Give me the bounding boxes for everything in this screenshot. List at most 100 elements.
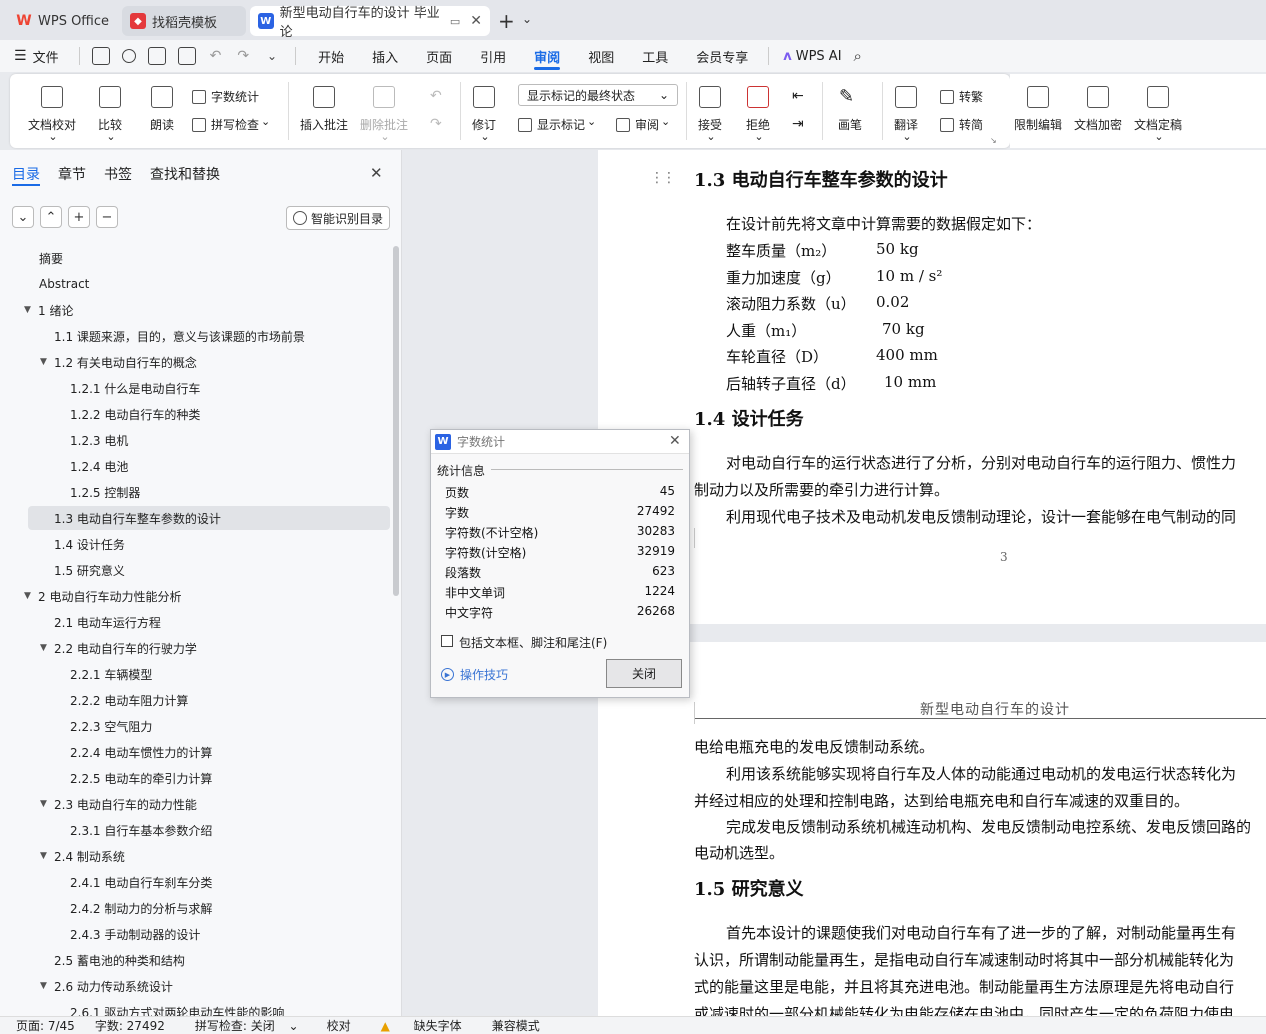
toc-item[interactable]: 1.2.5 控制器: [0, 480, 392, 504]
quick-access-dropdown-icon[interactable]: ⌄: [267, 49, 277, 63]
show-markup-button[interactable]: 显示标记: [518, 116, 596, 133]
menu-view[interactable]: 视图: [574, 40, 628, 72]
expand-triangle-icon[interactable]: ▼: [40, 799, 47, 809]
toc-item[interactable]: Abstract: [0, 272, 392, 296]
to-traditional-button[interactable]: 转繁: [940, 88, 983, 105]
toc-item[interactable]: 2.1 电动车运行方程: [0, 610, 392, 634]
toc-item[interactable]: 2.5 蓄电池的种类和结构: [0, 948, 392, 972]
include-textbox-checkbox[interactable]: [441, 635, 453, 647]
prev-comment-icon[interactable]: ↶: [430, 88, 442, 104]
tab-document[interactable]: W 新型电动自行车的设计 毕业论 ▭ ✕: [250, 6, 490, 40]
toc-item[interactable]: ▼ 2.2 电动自行车的行驶力学: [0, 636, 392, 660]
expand-triangle-icon[interactable]: ▼: [40, 851, 47, 861]
search-icon[interactable]: ⌕: [854, 47, 862, 65]
print-preview-icon[interactable]: [177, 47, 196, 65]
nav-tab-find-replace[interactable]: 查找和替换: [150, 164, 220, 184]
encrypt-button[interactable]: 文档加密: [1074, 86, 1122, 133]
finalize-button[interactable]: 文档定稿: [1134, 86, 1182, 146]
drag-handle-icon[interactable]: ⋮⋮: [650, 170, 676, 186]
wps-ai-button[interactable]: ʌ WPS AI: [775, 40, 849, 72]
close-button[interactable]: 关闭: [606, 659, 682, 688]
spell-check-button[interactable]: 拼写检查: [192, 116, 270, 133]
toc-item[interactable]: 2.3.1 自行车基本参数介绍: [0, 818, 392, 842]
toc-item[interactable]: 1.2.1 什么是电动自行车: [0, 376, 392, 400]
file-menu[interactable]: ☰ 文件: [0, 40, 73, 72]
nav-tab-toc[interactable]: 目录: [12, 164, 40, 184]
page-indicator[interactable]: 页面: 7/45: [0, 1017, 85, 1034]
collapse-all-button[interactable]: ⌄: [12, 206, 34, 228]
undo-icon[interactable]: ↶: [210, 48, 222, 64]
remove-heading-button[interactable]: −: [96, 206, 118, 228]
monitor-icon[interactable]: ▭: [450, 15, 460, 28]
toc-item[interactable]: ▼ 1.2 有关电动自行车的概念: [0, 350, 392, 374]
toc-item[interactable]: 2.2.2 电动车阻力计算: [0, 688, 392, 712]
menu-home[interactable]: 开始: [304, 40, 358, 72]
expand-triangle-icon[interactable]: ▼: [40, 357, 47, 367]
doc-check-button[interactable]: 文档校对: [28, 86, 76, 146]
menu-page[interactable]: 页面: [412, 40, 466, 72]
toc-item[interactable]: 1.3 电动自行车整车参数的设计: [28, 506, 390, 530]
toc-item[interactable]: ▼ 1 绪论: [0, 298, 392, 322]
toc-item[interactable]: 2.4.3 手动制动器的设计: [0, 922, 392, 946]
toc-item[interactable]: ▼ 2 电动自行车动力性能分析: [0, 584, 392, 608]
redo-icon[interactable]: ↷: [237, 48, 249, 64]
toc-item[interactable]: 2.4.1 电动自行车刹车分类: [0, 870, 392, 894]
compat-mode-indicator[interactable]: 兼容模式: [482, 1017, 550, 1034]
add-heading-button[interactable]: +: [68, 206, 90, 228]
expand-triangle-icon[interactable]: ▼: [40, 643, 47, 653]
toc-item[interactable]: 1.2.2 电动自行车的种类: [0, 402, 392, 426]
toc-item[interactable]: 2.2.5 电动车的牵引力计算: [0, 766, 392, 790]
nav-tab-sections[interactable]: 章节: [58, 164, 86, 184]
toc-item[interactable]: 摘要: [0, 246, 392, 270]
menu-references[interactable]: 引用: [466, 40, 520, 72]
scrollbar-thumb[interactable]: [393, 246, 399, 596]
print-icon[interactable]: [147, 47, 166, 65]
smart-toc-button[interactable]: 智能识别目录: [286, 206, 390, 230]
dialog-titlebar[interactable]: W 字数统计: [431, 430, 689, 454]
close-tab-icon[interactable]: ✕: [470, 13, 482, 29]
toc-item[interactable]: 2.2.4 电动车惯性力的计算: [0, 740, 392, 764]
word-count-indicator[interactable]: 字数: 27492: [85, 1017, 175, 1034]
toc-item[interactable]: ▼ 2.3 电动自行车的动力性能: [0, 792, 392, 816]
accept-button[interactable]: 接受: [698, 86, 722, 146]
review-pane-button[interactable]: 审阅: [616, 116, 670, 133]
toc-item[interactable]: 1.2.4 电池: [0, 454, 392, 478]
spell-check-indicator[interactable]: 拼写检查: 关闭 ⌄: [175, 1017, 309, 1034]
toc-item[interactable]: 1.1 课题来源，目的，意义与该课题的市场前景: [0, 324, 392, 348]
markup-state-select[interactable]: 显示标记的最终状态 ⌄: [518, 84, 678, 106]
toc-item[interactable]: 1.5 研究意义: [0, 558, 392, 582]
tab-docer-templates[interactable]: ◆ 找稻壳模板: [122, 6, 246, 36]
expand-triangle-icon[interactable]: ▼: [24, 305, 31, 315]
menu-review[interactable]: 审阅: [520, 40, 574, 72]
menu-member[interactable]: 会员专享: [682, 40, 762, 72]
tab-wps-office[interactable]: W WPS Office: [8, 6, 120, 36]
save-icon[interactable]: [91, 47, 110, 65]
restrict-edit-button[interactable]: 限制编辑: [1014, 86, 1062, 133]
missing-font-indicator[interactable]: ▲ 缺失字体: [361, 1017, 482, 1034]
toc-item[interactable]: ▼ 2.4 制动系统: [0, 844, 392, 868]
proof-indicator[interactable]: 校对: [309, 1017, 361, 1034]
compare-button[interactable]: 比较: [98, 86, 122, 146]
expand-up-button[interactable]: ⌃: [40, 206, 62, 228]
close-pane-icon[interactable]: ✕: [370, 164, 383, 182]
read-aloud-button[interactable]: 朗读: [150, 86, 174, 133]
expand-triangle-icon[interactable]: ▼: [40, 981, 47, 991]
toc-item[interactable]: 1.4 设计任务: [0, 532, 392, 556]
expand-group-icon[interactable]: ↘: [990, 136, 997, 145]
link-icon[interactable]: [121, 49, 136, 63]
tips-link[interactable]: ▶ 操作技巧: [441, 666, 508, 683]
insert-comment-button[interactable]: 插入批注: [300, 86, 348, 133]
reject-button[interactable]: 拒绝: [746, 86, 770, 146]
next-comment-icon[interactable]: ↷: [430, 116, 442, 132]
menu-insert[interactable]: 插入: [358, 40, 412, 72]
toc-item[interactable]: 2.2.1 车辆模型: [0, 662, 392, 686]
toc-item[interactable]: 2.2.3 空气阻力: [0, 714, 392, 738]
expand-triangle-icon[interactable]: ▼: [24, 591, 31, 601]
toc-item[interactable]: ▼ 2.6 动力传动系统设计: [0, 974, 392, 998]
translate-button[interactable]: 翻译: [894, 86, 918, 146]
menu-tools[interactable]: 工具: [628, 40, 682, 72]
nav-tab-bookmarks[interactable]: 书签: [104, 164, 132, 184]
close-icon[interactable]: ✕: [669, 433, 681, 449]
toc-item[interactable]: 2.4.2 制动力的分析与求解: [0, 896, 392, 920]
toc-item[interactable]: 1.2.3 电机: [0, 428, 392, 452]
